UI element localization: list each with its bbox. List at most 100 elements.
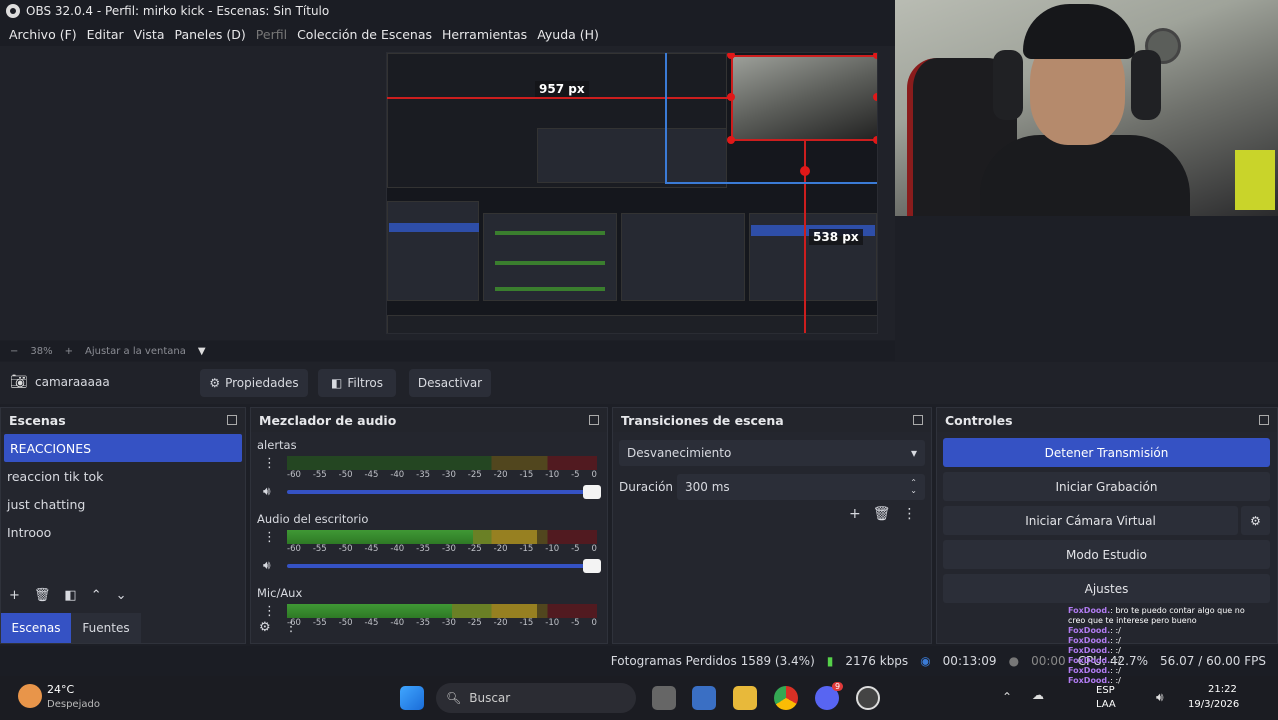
scene-filters-icon[interactable]: ◧ [64,588,76,603]
menu-herramientas[interactable]: Herramientas [437,27,532,42]
guide-blue-horizontal [665,182,877,184]
chat-message: FoxDood.: :/ [1068,646,1278,656]
slider-knob[interactable] [583,485,601,499]
preview-canvas[interactable]: 957 px 538 px [386,52,878,334]
undock-icon[interactable] [589,415,599,425]
nested-transitions-dock [621,213,745,301]
menu-ayuda[interactable]: Ayuda (H) [532,27,604,42]
duration-input[interactable]: 300 ms ⌃ ⌄ [677,474,925,500]
store-icon[interactable] [692,686,716,710]
more-menu-icon[interactable]: ⋮ [903,506,917,522]
undock-icon[interactable] [227,415,237,425]
menu-paneles[interactable]: Paneles (D) [170,27,251,42]
add-scene-icon[interactable]: + [9,588,20,603]
resize-handle[interactable] [873,136,877,144]
selection-top [731,55,877,57]
zoom-in-button[interactable]: + [65,346,73,357]
dropped-frames: Fotogramas Perdidos 1589 (3.4%) [610,654,815,668]
start-recording-button[interactable]: Iniciar Grabación [943,472,1270,501]
nested-scene-active [389,223,479,232]
scenes-dock: Escenas REACCIONES reaccion tik tok just… [0,407,246,644]
trash-icon[interactable]: 🗑︎ [34,588,51,603]
resize-handle[interactable] [873,93,877,101]
menu-vista[interactable]: Vista [129,27,170,42]
meter-yellow [473,530,537,544]
undock-icon[interactable] [1259,415,1269,425]
move-down-icon[interactable]: ⌄ [116,588,127,603]
scene-item-just-chatting[interactable]: just chatting [1,490,245,518]
channel-menu-icon[interactable]: ⋮ [263,456,276,471]
taskbar-search[interactable]: 🔍︎ Buscar [436,683,636,713]
speaker-icon[interactable]: 🔊︎ [263,484,271,499]
task-view-icon[interactable] [652,686,676,710]
deactivate-button[interactable]: Desactivar [409,369,491,397]
start-virtual-camera-button[interactable]: Iniciar Cámara Virtual [943,506,1238,535]
filter-icon: ◧ [330,376,343,390]
file-explorer-icon[interactable] [733,686,757,710]
zoom-out-button[interactable]: − [10,346,18,357]
fit-window-label[interactable]: Ajustar a la ventana [85,346,186,357]
tick-label: -5 [571,470,580,480]
menu-coleccion-escenas[interactable]: Colección de Escenas [292,27,437,42]
mixer-title: Mezclador de audio [259,412,397,428]
resize-handle[interactable] [873,53,877,59]
scene-item-introoo[interactable]: Introoo [1,518,245,546]
channel-menu-icon[interactable]: ⋮ [263,530,276,545]
yellow-object [1235,150,1275,210]
filters-button[interactable]: ◧ Filtros [318,369,396,397]
nested-panel [537,128,727,183]
more-menu-icon[interactable]: ⋮ [285,620,298,635]
properties-button[interactable]: ⚙ Propiedades [200,369,308,397]
resize-handle[interactable] [727,93,735,101]
tab-escenas[interactable]: Escenas [1,613,71,643]
volume-slider[interactable] [287,485,601,499]
controls-title: Controles [945,412,1013,428]
tick-label: -20 [493,618,508,628]
tick-label: -55 [312,544,327,554]
tray-chevron-icon[interactable]: ⌃ [1002,690,1012,704]
weather-icon[interactable] [18,684,42,708]
channel-menu-icon[interactable]: ⋮ [263,604,276,619]
search-label: Buscar [469,691,511,705]
studio-mode-button[interactable]: Modo Estudio [943,540,1270,569]
scene-item-reacciones[interactable]: REACCIONES [4,434,242,462]
transition-select[interactable]: Desvanecimiento ▾ [619,440,925,466]
tick-label: -10 [545,544,560,554]
scene-item-reaccion-tik-tok[interactable]: reaccion tik tok [1,462,245,490]
tick-label: -10 [545,470,560,480]
advanced-audio-icon[interactable]: ⚙ [259,620,271,635]
tick-label: -15 [519,618,534,628]
virtual-camera-settings-icon[interactable]: ⚙ [1241,506,1270,535]
stop-streaming-button[interactable]: Detener Transmisión [943,438,1270,467]
tab-fuentes[interactable]: Fuentes [71,613,141,643]
spinner-icon[interactable]: ⌃ ⌄ [910,479,917,495]
menu-editar[interactable]: Editar [82,27,129,42]
transition-selected-label: Desvanecimiento [627,446,732,460]
chat-text: creo que te interese pero bueno [1068,616,1197,625]
tick-label: -15 [519,470,534,480]
tick-label: -5 [571,618,580,628]
weather-temp: 24°C [47,683,75,696]
tick-label: -55 [312,618,327,628]
trash-icon[interactable]: 🗑︎ [873,506,891,522]
add-transition-icon[interactable]: + [849,506,861,522]
windows-start-icon[interactable] [400,686,424,710]
transitions-dock: Transiciones de escena Desvanecimiento ▾… [612,407,932,644]
settings-button[interactable]: Ajustes [943,574,1270,603]
menu-archivo[interactable]: Archivo (F) [4,27,82,42]
chat-message: FoxDood.: :/ [1068,636,1278,646]
resize-handle[interactable] [727,136,735,144]
undock-icon[interactable] [913,415,923,425]
volume-meter [287,456,597,470]
chrome-icon[interactable] [774,686,798,710]
move-up-icon[interactable]: ⌃ [91,588,102,603]
obs-taskbar-icon[interactable] [856,686,880,710]
zoom-dropdown-icon[interactable]: ▼ [198,346,206,357]
volume-slider[interactable] [287,559,601,573]
resize-handle[interactable] [800,166,810,176]
nested-meter [495,231,605,235]
slider-knob[interactable] [583,559,601,573]
chat-user: FoxDood. [1068,636,1111,645]
speaker-icon[interactable]: 🔊︎ [263,558,271,573]
cloud-icon[interactable]: ☁ [1032,688,1044,702]
